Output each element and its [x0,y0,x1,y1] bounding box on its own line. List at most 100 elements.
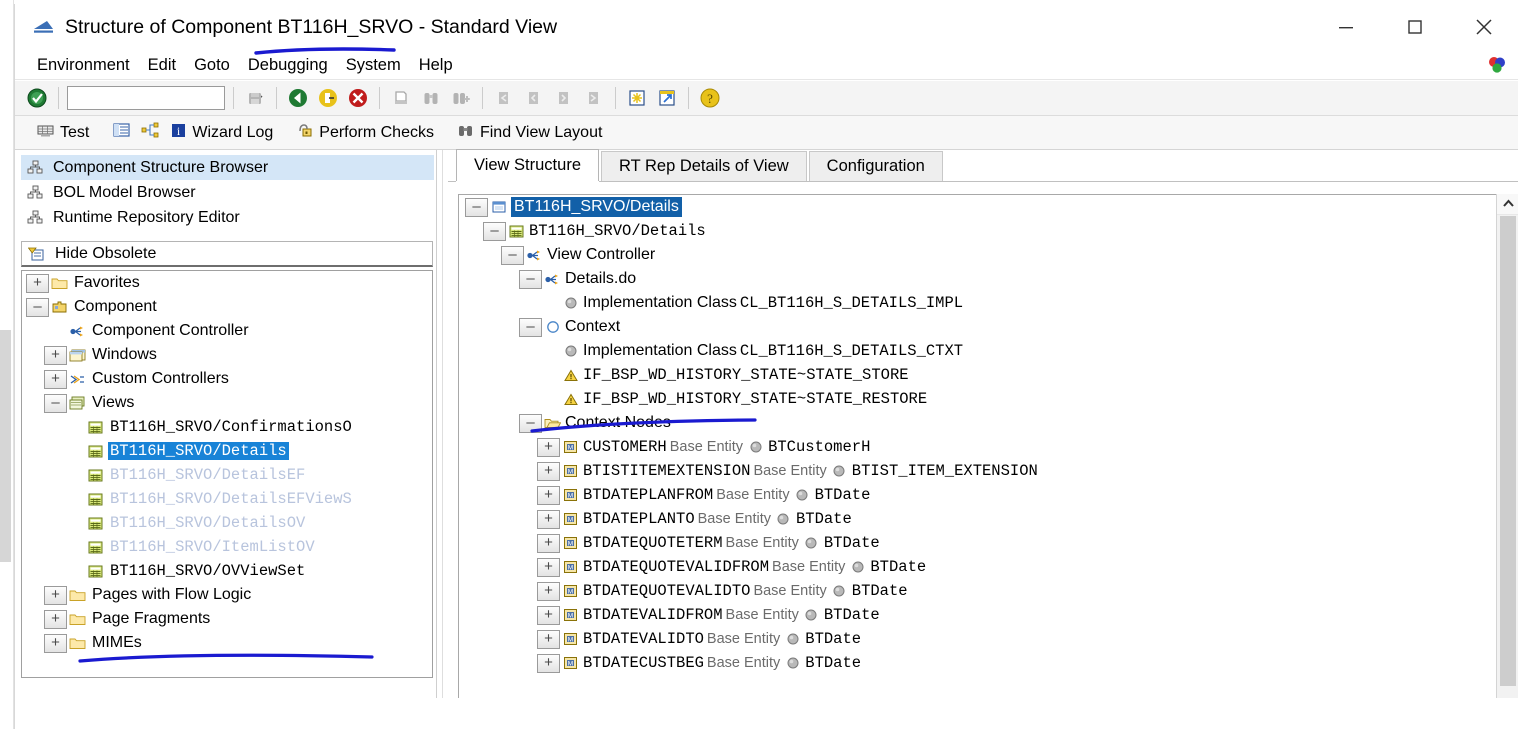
collapse-icon[interactable]: – [483,221,506,241]
customize-layout-icon[interactable] [1486,54,1508,76]
new-session-button[interactable] [622,84,652,112]
view-tree-item[interactable]: IF_BSP_WD_HISTORY_STATE~STATE_RESTORE [459,387,1511,411]
print-button[interactable] [386,84,416,112]
view-structure-tree[interactable]: – BT116H_SRVO/Details – BT116H_SRVO/Details… [458,194,1512,698]
view-tree-item[interactable]: Implementation Class CL_BT116H_S_DETAILS_… [459,291,1511,315]
menu-system[interactable]: System [337,50,410,80]
expand-icon[interactable]: + [537,533,560,553]
view-tree-item[interactable]: – Details.do [459,267,1511,291]
tree-item[interactable]: Component Controller [22,319,432,343]
view-tree-item[interactable]: + M BTDATEPLANTO Base Entity BTDate [459,507,1511,531]
expand-icon[interactable]: + [44,345,67,365]
view-tree-item[interactable]: + M BTDATEVALIDTO Base Entity BTDate [459,627,1511,651]
tree-item[interactable]: + Custom Controllers [22,367,432,391]
nav-runtime-repository-editor[interactable]: Runtime Repository Editor [21,205,434,230]
pane-splitter[interactable] [434,150,448,698]
collapse-icon[interactable]: – [519,269,542,289]
find-button[interactable] [416,84,446,112]
expand-icon[interactable]: + [537,629,560,649]
view-tree-item[interactable]: + M BTDATEQUOTEVALIDFROM Base Entity BTDate [459,555,1511,579]
command-input[interactable] [68,88,250,108]
view-tree-item[interactable]: – BT116H_SRVO/Details [459,195,1511,219]
tree-item[interactable]: – Component [22,295,432,319]
exit-button[interactable] [313,84,343,112]
test-button[interactable]: Test [31,120,94,146]
collapse-icon[interactable]: – [519,317,542,337]
tree-item[interactable]: + Pages with Flow Logic [22,583,432,607]
tree-item[interactable]: – Views [22,391,432,415]
menu-help[interactable]: Help [410,50,462,80]
menu-debugging[interactable]: Debugging [239,50,337,80]
menu-environment[interactable]: Environment [28,50,139,80]
expand-icon[interactable]: + [537,557,560,577]
previous-page-button[interactable] [519,84,549,112]
tree-item[interactable]: BT116H_SRVO/DetailsEF [22,463,432,487]
expand-icon[interactable]: + [26,273,49,293]
minimize-button[interactable] [1323,4,1369,50]
tree-item[interactable]: BT116H_SRVO/OVViewSet [22,559,432,583]
hide-obsolete-button[interactable]: Hide Obsolete [21,241,433,267]
expand-icon[interactable]: + [537,581,560,601]
view-tree-item[interactable]: + M BTDATEQUOTEVALIDTO Base Entity BTDate [459,579,1511,603]
expand-icon[interactable]: + [44,369,67,389]
collapse-icon[interactable]: – [465,197,488,217]
expand-icon[interactable]: + [537,461,560,481]
view-tree-item[interactable]: – Context Nodes [459,411,1511,435]
tab-view-structure[interactable]: View Structure [456,149,599,181]
save-button[interactable] [240,84,270,112]
view-tree-item[interactable]: Implementation Class CL_BT116H_S_DETAILS_… [459,339,1511,363]
expand-icon[interactable]: + [44,585,67,605]
expand-icon[interactable]: + [537,485,560,505]
view-tree-item[interactable]: + M BTDATEPLANFROM Base Entity BTDate [459,483,1511,507]
menu-edit[interactable]: Edit [139,50,185,80]
tree-item[interactable]: BT116H_SRVO/Details [22,439,432,463]
nav-component-structure-browser[interactable]: Component Structure Browser [21,155,434,180]
scroll-up-button[interactable] [1497,194,1518,215]
view-tree-item[interactable]: – Context [459,315,1511,339]
tab-rt-rep-details-of-view[interactable]: RT Rep Details of View [601,151,807,181]
find-next-button[interactable] [446,84,476,112]
view-tree-item[interactable]: – BT116H_SRVO/Details [459,219,1511,243]
tree-item[interactable]: + MIMEs [22,631,432,655]
expand-icon[interactable]: + [44,609,67,629]
expand-icon[interactable]: + [537,437,560,457]
collapse-icon[interactable]: – [519,413,542,433]
cancel-button[interactable] [343,84,373,112]
collapse-icon[interactable]: – [26,297,49,317]
expand-icon[interactable]: + [537,605,560,625]
view-tree-item[interactable]: + M BTDATEQUOTETERM Base Entity BTDate [459,531,1511,555]
last-page-button[interactable] [579,84,609,112]
maximize-button[interactable] [1392,4,1438,50]
collapse-icon[interactable]: – [44,393,67,413]
view-tree-item[interactable]: IF_BSP_WD_HISTORY_STATE~STATE_STORE [459,363,1511,387]
tree-item[interactable]: + Page Fragments [22,607,432,631]
enter-button[interactable] [22,84,52,112]
view-tree-item[interactable]: – View Controller [459,243,1511,267]
vertical-scrollbar[interactable] [1496,194,1518,698]
create-shortcut-button[interactable] [652,84,682,112]
find-view-layout-button[interactable]: Find View Layout [452,120,607,146]
command-field[interactable] [67,86,263,110]
view-tree-item[interactable]: + M BTDATECUSTBEG Base Entity BTDate [459,651,1511,675]
scrollbar-thumb[interactable] [1500,216,1516,686]
view-tree-item[interactable]: + M CUSTOMERH Base Entity BTCustomerH [459,435,1511,459]
wizard-flow-button[interactable] [136,120,165,146]
tree-item[interactable]: + Windows [22,343,432,367]
tree-item[interactable]: BT116H_SRVO/DetailsOV [22,511,432,535]
help-button[interactable]: ? [695,84,725,112]
nav-bol-model-browser[interactable]: BOL Model Browser [21,180,434,205]
collapse-icon[interactable]: – [501,245,524,265]
expand-icon[interactable]: + [44,633,67,653]
close-button[interactable] [1461,4,1507,50]
tab-configuration[interactable]: Configuration [808,151,943,181]
back-button[interactable] [283,84,313,112]
wizard-log-button[interactable]: i Wizard Log [165,120,278,146]
tree-item[interactable]: BT116H_SRVO/ConfirmationsO [22,415,432,439]
perform-checks-button[interactable]: Perform Checks [291,120,439,146]
view-tree-item[interactable]: + M BTISTITEMEXTENSION Base Entity BTIST_ITE… [459,459,1511,483]
view-tree-item[interactable]: + M BTDATEVALIDFROM Base Entity BTDate [459,603,1511,627]
expand-icon[interactable]: + [537,509,560,529]
list-button[interactable] [107,120,136,146]
expand-icon[interactable]: + [537,653,560,673]
tree-item[interactable]: + Favorites [22,271,432,295]
